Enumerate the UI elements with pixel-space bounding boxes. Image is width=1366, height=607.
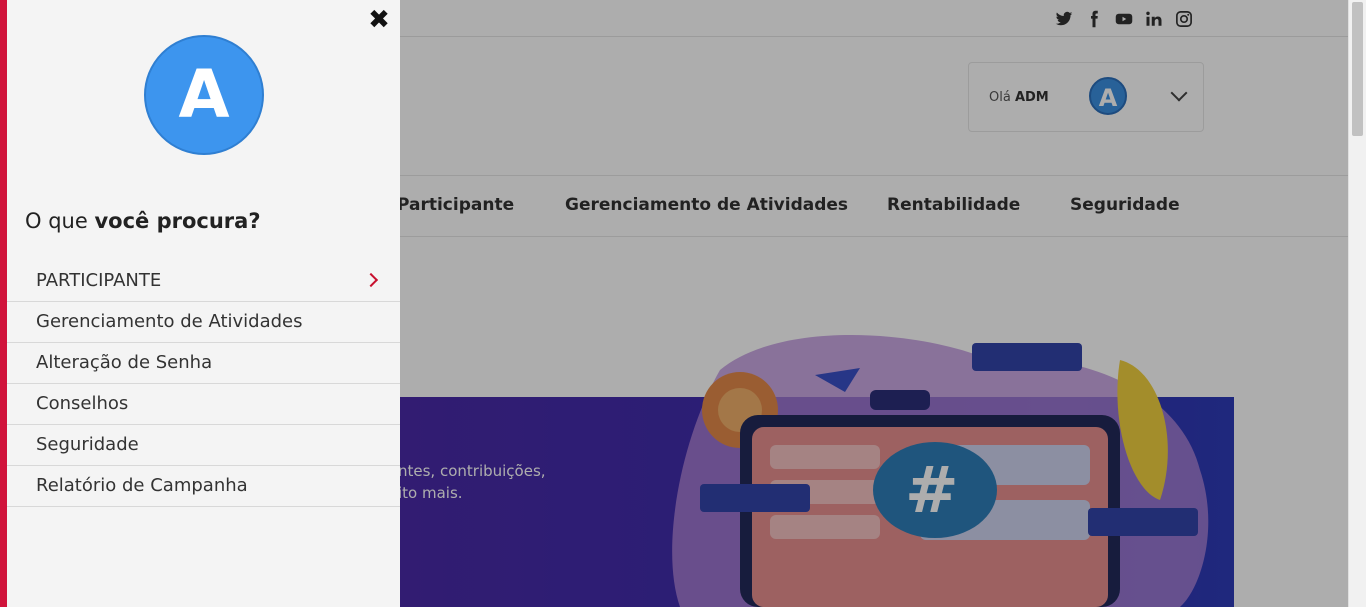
question-prefix: O que <box>25 209 88 233</box>
question-bold: você procura? <box>94 209 261 233</box>
menu-item-gerenciamento[interactable]: Gerenciamento de Atividades <box>7 302 400 343</box>
menu-item-conselhos[interactable]: Conselhos <box>7 384 400 425</box>
scrollbar-thumb[interactable] <box>1352 2 1363 136</box>
menu-item-relatorio-campanha[interactable]: Relatório de Campanha <box>7 466 400 507</box>
menu-item-label: Seguridade <box>36 434 139 455</box>
avatar: A <box>144 35 264 155</box>
menu-item-label: Relatório de Campanha <box>36 475 248 496</box>
menu-item-participante[interactable]: PARTICIPANTE <box>7 261 400 302</box>
menu-item-label: Alteração de Senha <box>36 352 213 373</box>
side-drawer: ✖ A O que você procura? PARTICIPANTE Ger… <box>0 0 400 607</box>
close-icon[interactable]: ✖ <box>365 6 393 34</box>
menu-item-label: Conselhos <box>36 393 129 414</box>
drawer-menu: PARTICIPANTE Gerenciamento de Atividades… <box>7 261 400 507</box>
menu-item-label: PARTICIPANTE <box>36 270 162 291</box>
menu-item-alteracao-senha[interactable]: Alteração de Senha <box>7 343 400 384</box>
page-scrollbar[interactable] <box>1348 0 1366 607</box>
menu-item-label: Gerenciamento de Atividades <box>36 311 303 332</box>
drawer-question: O que você procura? <box>25 209 261 233</box>
chevron-right-icon <box>363 272 379 288</box>
menu-item-seguridade[interactable]: Seguridade <box>7 425 400 466</box>
